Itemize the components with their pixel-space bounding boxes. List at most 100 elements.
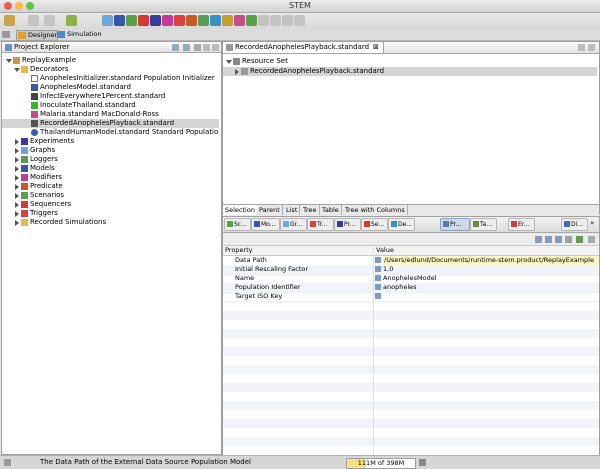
sequencer-icon[interactable] (138, 15, 149, 26)
model-icon[interactable] (114, 15, 125, 26)
view-tab-predicates[interactable]: Pr... (334, 218, 361, 231)
collapse-arrow-icon[interactable] (15, 148, 19, 154)
tree-item-decorator-selected[interactable]: RecordedAnophelesPlayback.standard (2, 119, 219, 128)
tree-item-decorator[interactable]: AnophelesInitializer.standard Population… (2, 74, 219, 83)
tree-root[interactable]: ReplayExample (2, 56, 219, 65)
pin-icon[interactable] (576, 236, 583, 243)
advanced-icon[interactable] (555, 236, 562, 243)
tree-folder-scenarios[interactable]: Scenarios (2, 191, 219, 200)
tree-item-decorator[interactable]: InoculateThailand.standard (2, 101, 219, 110)
modifier-icon[interactable] (162, 15, 173, 26)
stop-icon[interactable] (294, 15, 305, 26)
maximize-icon[interactable] (588, 44, 595, 51)
trigger-icon[interactable] (174, 15, 185, 26)
link-editor-icon[interactable] (183, 44, 190, 51)
more-views-icon[interactable]: » (590, 219, 594, 227)
view-tab-decorators[interactable]: De... (388, 218, 415, 231)
view-tab-properties-active[interactable]: Pr... (440, 218, 470, 231)
logger-icon[interactable] (198, 15, 209, 26)
expand-arrow-icon[interactable] (226, 60, 232, 64)
collapse-arrow-icon[interactable] (15, 139, 19, 145)
resource-item-row[interactable]: RecordedAnophelesPlayback.standard (223, 67, 597, 76)
tree-folder-models[interactable]: Models (2, 164, 219, 173)
heap-status[interactable]: 111M of 398M (346, 458, 416, 469)
tree-item-decorator[interactable]: InfectEverywhere1Percent.standard (2, 92, 219, 101)
graph-icon[interactable] (102, 15, 113, 26)
tree-folder-triggers[interactable]: Triggers (2, 209, 219, 218)
tree-folder-recorded-simulations[interactable]: Recorded Simulations (2, 218, 219, 227)
column-header-value[interactable]: Value (373, 246, 394, 255)
property-row-target-iso-key[interactable]: Target ISO Key (223, 292, 599, 302)
collapse-arrow-icon[interactable] (15, 175, 19, 181)
step-icon[interactable] (270, 15, 281, 26)
view-tab-sequencers[interactable]: Se... (361, 218, 388, 231)
new-wizard-icon[interactable] (4, 15, 15, 26)
disease-icon[interactable] (234, 15, 245, 26)
project-explorer-tab[interactable]: Project Explorer (14, 43, 69, 52)
open-perspective-button[interactable] (2, 30, 10, 39)
garbage-collect-icon[interactable] (419, 459, 426, 466)
property-value[interactable]: AnophelesModel (383, 274, 437, 283)
tree-item-decorator[interactable]: ThailandHumanModel.standard Standard Pop… (2, 128, 219, 137)
tree-folder-decorators[interactable]: Decorators (2, 65, 219, 74)
collapse-all-icon[interactable] (172, 44, 179, 51)
tree-folder-modifiers[interactable]: Modifiers (2, 173, 219, 182)
view-tab-models[interactable]: Mo... (251, 218, 280, 231)
tree-folder-sequencers[interactable]: Sequencers (2, 200, 219, 209)
collapse-arrow-icon[interactable] (15, 202, 19, 208)
collapse-arrow-icon[interactable] (15, 166, 19, 172)
perspective-designer[interactable]: Designer (16, 30, 59, 41)
view-tab-graphs[interactable]: Gr... (280, 218, 307, 231)
collapse-arrow-icon[interactable] (235, 69, 239, 75)
predicate-icon[interactable] (186, 15, 197, 26)
view-tab-error-log[interactable]: Er... (508, 218, 535, 231)
page-tab-tree-with-columns[interactable]: Tree with Columns (343, 205, 408, 215)
view-tab-scenarios[interactable]: Sc... (224, 218, 251, 231)
page-tab-selection[interactable]: Selection (223, 205, 258, 215)
restore-default-icon[interactable] (565, 236, 572, 243)
editor-tab-active[interactable]: RecordedAnophelesPlayback.standard ⊠ (223, 42, 384, 53)
resource-set-row[interactable]: Resource Set (223, 57, 597, 66)
scenario-icon[interactable] (126, 15, 137, 26)
collapse-arrow-icon[interactable] (15, 157, 19, 163)
filter-icon[interactable] (545, 236, 552, 243)
forward-icon[interactable] (44, 15, 55, 26)
collapse-arrow-icon[interactable] (15, 220, 19, 226)
minimize-icon[interactable] (203, 44, 210, 51)
page-tab-table[interactable]: Table (320, 205, 342, 215)
view-tab-tasks[interactable]: Ta... (470, 218, 497, 231)
view-tab-triggers[interactable]: Tr... (307, 218, 334, 231)
reset-icon[interactable] (282, 15, 293, 26)
categories-icon[interactable] (535, 236, 542, 243)
close-icon[interactable]: ⊠ (373, 43, 379, 52)
perspective-simulation[interactable]: Simulation (56, 30, 102, 39)
page-tab-list[interactable]: List (284, 205, 301, 215)
property-value[interactable]: anopheles (383, 283, 417, 292)
tree-folder-predicate[interactable]: Predicate (2, 182, 219, 191)
page-tab-tree[interactable]: Tree (301, 205, 320, 215)
tree-item-decorator[interactable]: AnophelesModel.standard (2, 83, 219, 92)
view-menu-icon[interactable] (194, 44, 201, 51)
column-header-property[interactable]: Property (225, 246, 253, 255)
experiment-icon[interactable] (150, 15, 161, 26)
expand-arrow-icon[interactable] (6, 59, 12, 63)
tree-item-decorator[interactable]: Malaria.standard MacDonald-Ross (2, 110, 219, 119)
tree-folder-graphs[interactable]: Graphs (2, 146, 219, 155)
play-icon[interactable] (246, 15, 257, 26)
view-menu-icon[interactable] (588, 236, 595, 243)
back-icon[interactable] (28, 15, 39, 26)
pause-icon[interactable] (258, 15, 269, 26)
view-tab-display[interactable]: Di... (561, 218, 588, 231)
property-value[interactable]: 1.0 (383, 265, 393, 274)
run-icon[interactable] (66, 15, 77, 26)
population-icon[interactable] (222, 15, 233, 26)
property-value[interactable]: /Users/edlund/Documents/runtime-stem.pro… (383, 256, 599, 265)
tree-folder-experiments[interactable]: Experiments (2, 137, 219, 146)
tree-folder-loggers[interactable]: Loggers (2, 155, 219, 164)
expand-arrow-icon[interactable] (14, 68, 20, 72)
collapse-arrow-icon[interactable] (15, 211, 19, 217)
collapse-arrow-icon[interactable] (15, 184, 19, 190)
minimize-icon[interactable] (578, 44, 585, 51)
collapse-arrow-icon[interactable] (15, 193, 19, 199)
page-tab-parent[interactable]: Parent (257, 205, 283, 215)
